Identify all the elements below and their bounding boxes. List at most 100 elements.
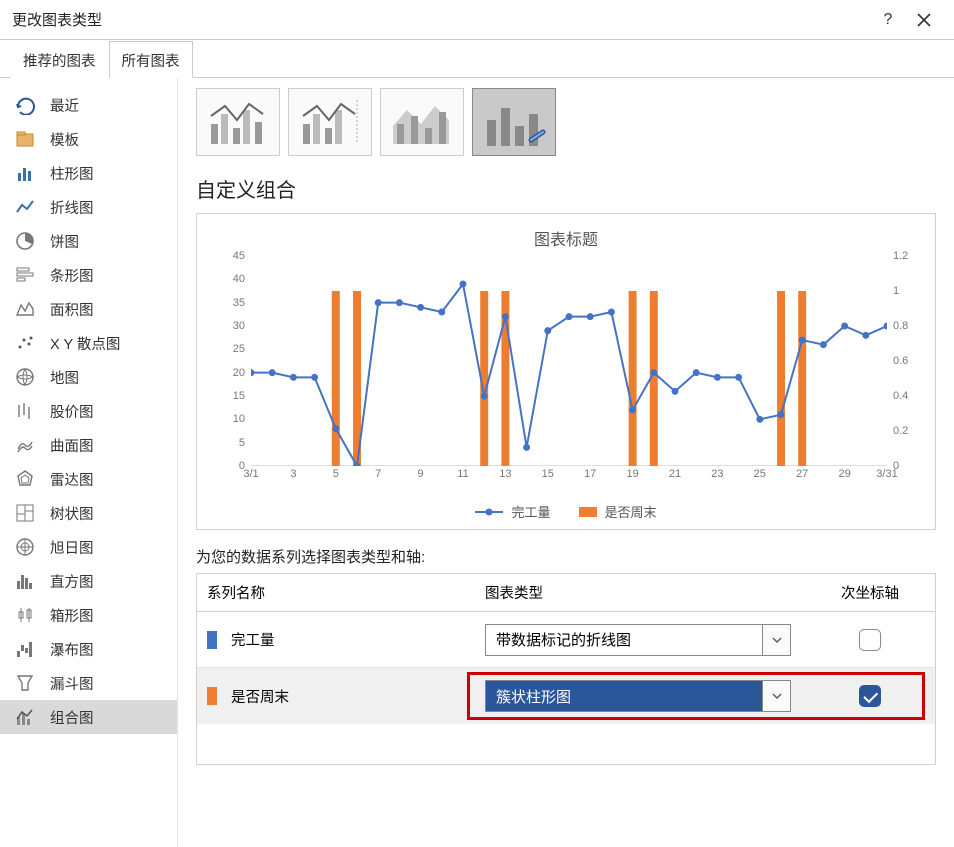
sidebar-item-template[interactable]: 模板	[0, 122, 177, 156]
col-header-type: 图表类型	[475, 574, 805, 611]
chevron-down-icon[interactable]	[762, 625, 790, 655]
close-button[interactable]	[906, 2, 942, 38]
sidebar-item-area[interactable]: 面积图	[0, 292, 177, 326]
legend-item-line: 完工量	[475, 502, 550, 521]
series-table-padding	[197, 724, 935, 764]
subtype-option-1[interactable]	[288, 88, 372, 156]
legend-bar-label: 是否周末	[605, 502, 657, 521]
subtype-option-0[interactable]	[196, 88, 280, 156]
col-header-secondary: 次坐标轴	[805, 574, 935, 611]
series-swatch-icon	[207, 687, 217, 705]
legend-item-bar: 是否周末	[579, 502, 657, 521]
sidebar-item-label: 组合图	[50, 707, 94, 728]
treemap-icon	[14, 502, 36, 524]
sidebar-item-label: 曲面图	[50, 435, 94, 456]
titlebar: 更改图表类型 ?	[0, 0, 954, 40]
sidebar-item-sunburst[interactable]: 旭日图	[0, 530, 177, 564]
combo-icon	[14, 706, 36, 728]
series-name-cell: 完工量	[197, 621, 475, 658]
sidebar-item-label: 漏斗图	[50, 673, 94, 694]
funnel-icon	[14, 672, 36, 694]
x-tick: 9	[418, 468, 424, 480]
chart-type-dropdown[interactable]: 带数据标记的折线图	[485, 624, 791, 656]
y-right-tick: 0.6	[893, 355, 908, 367]
template-icon	[14, 128, 36, 150]
x-tick: 29	[838, 468, 850, 480]
x-tick: 13	[499, 468, 511, 480]
subtype-icon	[389, 96, 455, 148]
col-header-name: 系列名称	[197, 574, 475, 611]
sidebar-item-label: 条形图	[50, 265, 94, 286]
subtype-row	[196, 88, 936, 156]
sidebar-item-column[interactable]: 柱形图	[0, 156, 177, 190]
series-table-head: 系列名称 图表类型 次坐标轴	[197, 574, 935, 612]
x-tick: 23	[711, 468, 723, 480]
sidebar-item-stock[interactable]: 股价图	[0, 394, 177, 428]
chart-preview: 图表标题 051015202530354045 00.20.40.60.811.…	[196, 213, 936, 530]
series-swatch-icon	[207, 631, 217, 649]
sidebar-item-label: 柱形图	[50, 163, 94, 184]
sidebar-item-pie[interactable]: 饼图	[0, 224, 177, 258]
sunburst-icon	[14, 536, 36, 558]
sidebar-item-label: 瀑布图	[50, 639, 94, 660]
sidebar-item-label: 饼图	[50, 231, 79, 252]
sidebar-item-bar[interactable]: 条形图	[0, 258, 177, 292]
y-left-tick: 35	[233, 297, 245, 309]
sidebar-item-waterfall[interactable]: 瀑布图	[0, 632, 177, 666]
map-icon	[14, 366, 36, 388]
y-left-tick: 20	[233, 367, 245, 379]
x-tick: 11	[457, 468, 468, 480]
subtype-option-3[interactable]	[472, 88, 556, 156]
tab-all-charts[interactable]: 所有图表	[109, 41, 193, 78]
sidebar-item-histogram[interactable]: 直方图	[0, 564, 177, 598]
chart-title: 图表标题	[205, 226, 927, 250]
series-row-0: 完工量带数据标记的折线图	[197, 612, 935, 668]
x-tick: 7	[375, 468, 381, 480]
sidebar-item-radar[interactable]: 雷达图	[0, 462, 177, 496]
chevron-down-icon[interactable]	[762, 681, 790, 711]
dialog-title: 更改图表类型	[12, 9, 870, 30]
y-left-tick: 25	[233, 343, 245, 355]
sidebar-item-recent[interactable]: 最近	[0, 88, 177, 122]
sidebar-item-line[interactable]: 折线图	[0, 190, 177, 224]
help-button[interactable]: ?	[870, 2, 906, 38]
tab-recommended[interactable]: 推荐的图表	[10, 41, 109, 78]
y-right-tick: 1.2	[893, 250, 908, 262]
sidebar-item-treemap[interactable]: 树状图	[0, 496, 177, 530]
sidebar-item-boxwhisker[interactable]: 箱形图	[0, 598, 177, 632]
subtype-option-2[interactable]	[380, 88, 464, 156]
bar-icon	[14, 264, 36, 286]
secondary-axis-cell	[805, 621, 935, 659]
secondary-axis-checkbox[interactable]	[859, 629, 881, 651]
content: 最近模板柱形图折线图饼图条形图面积图 X Y 散点图地图股价图曲面图雷达图树状图旭…	[0, 78, 954, 847]
close-icon	[917, 13, 931, 27]
chart-body: 051015202530354045 00.20.40.60.811.2 3/1…	[205, 256, 927, 496]
y-left-tick: 15	[233, 390, 245, 402]
sidebar-item-label: 箱形图	[50, 605, 94, 626]
series-name-cell: 是否周末	[197, 678, 475, 715]
y-right-tick: 0.2	[893, 425, 908, 437]
stock-icon	[14, 400, 36, 422]
x-tick: 3/31	[876, 468, 897, 480]
x-tick: 3/1	[243, 468, 258, 480]
section-title: 自定义组合	[196, 174, 936, 203]
x-tick: 17	[584, 468, 596, 480]
y-right-tick: 0.4	[893, 390, 908, 402]
sidebar-item-map[interactable]: 地图	[0, 360, 177, 394]
y-axis-left: 051015202530354045	[205, 256, 249, 466]
sidebar-item-label: X Y 散点图	[50, 333, 120, 354]
sidebar-item-label: 最近	[50, 95, 79, 116]
sidebar-item-surface[interactable]: 曲面图	[0, 428, 177, 462]
sidebar-item-funnel[interactable]: 漏斗图	[0, 666, 177, 700]
secondary-axis-checkbox[interactable]	[859, 685, 881, 707]
sidebar-item-combo[interactable]: 组合图	[0, 700, 177, 734]
y-left-tick: 40	[233, 273, 245, 285]
subtype-icon	[205, 96, 271, 148]
sidebar-item-scatter[interactable]: X Y 散点图	[0, 326, 177, 360]
chart-legend: 完工量 是否周末	[205, 502, 927, 521]
series-type-cell: 带数据标记的折线图	[475, 616, 805, 664]
chart-type-dropdown[interactable]: 簇状柱形图	[485, 680, 791, 712]
x-tick: 19	[626, 468, 638, 480]
scatter-icon	[14, 332, 36, 354]
chart-type-value: 带数据标记的折线图	[486, 625, 762, 655]
